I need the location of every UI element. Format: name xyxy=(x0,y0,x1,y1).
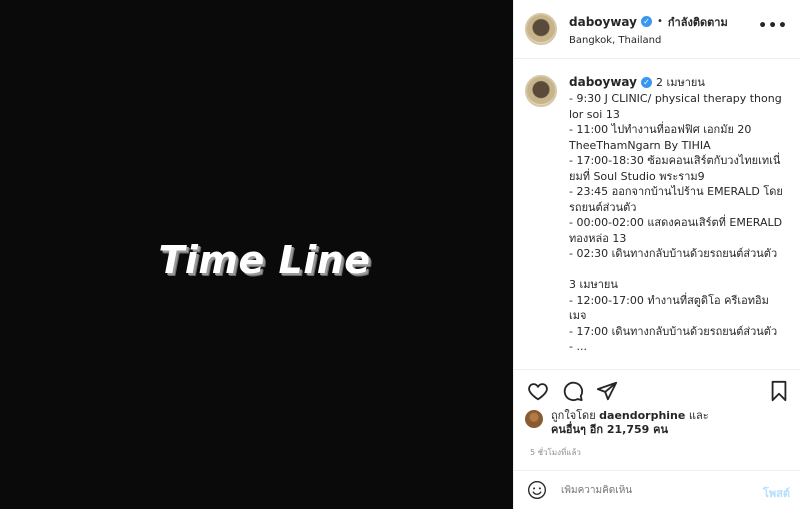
liker-avatar[interactable] xyxy=(525,410,543,428)
caption-line: - 17:00 เดินทางกลับบ้านด้วยรถยนต์ส่วนตัว xyxy=(569,324,778,338)
liker-username[interactable]: daendorphine xyxy=(599,409,685,422)
caption-date: 2 เมษายน xyxy=(655,76,705,89)
likes-section: ถูกใจโดย daendorphine และ คนอื่นๆ อีก 21… xyxy=(525,409,709,437)
header-username[interactable]: daboyway xyxy=(569,15,637,29)
caption-avatar[interactable] xyxy=(525,75,557,107)
comment-bar: โพสต์ xyxy=(514,470,800,509)
share-icon[interactable] xyxy=(596,380,618,402)
caption-username[interactable]: daboyway xyxy=(569,75,637,89)
likes-conjunction: และ xyxy=(688,409,709,422)
comment-icon[interactable] xyxy=(562,380,584,402)
avatar[interactable] xyxy=(525,13,557,45)
separator-dot: • xyxy=(656,16,663,27)
location-link[interactable]: Bangkok, Thailand xyxy=(569,35,728,46)
action-bar xyxy=(514,369,800,414)
smiley-icon[interactable] xyxy=(527,480,547,500)
media-title-text: Time Line xyxy=(158,237,371,282)
caption-line: - ... xyxy=(569,340,587,353)
caption-line: - 12:00-17:00 ทำงานที่สตูดิโอ ครีเอทอิมเ… xyxy=(569,293,769,323)
post-side-panel: daboyway ✓ • กำลังติดตาม Bangkok, Thaila… xyxy=(513,0,800,509)
caption-text: - 9:30 J CLINIC/ physical therapy thong … xyxy=(569,91,784,355)
heart-icon[interactable] xyxy=(527,380,549,402)
bookmark-icon[interactable] xyxy=(768,380,790,402)
more-options-icon[interactable]: ••• xyxy=(758,18,788,34)
post-header: daboyway ✓ • กำลังติดตาม Bangkok, Thaila… xyxy=(514,0,800,59)
following-button[interactable]: กำลังติดตาม xyxy=(668,13,728,31)
post-timestamp[interactable]: 5 ชั่วโมงที่แล้ว xyxy=(530,446,581,459)
caption-line: - 17:00-18:30 ซ้อมคอนเสิร์ตกับวงไทยเทเนี… xyxy=(569,154,781,183)
likes-count-link[interactable]: คนอื่นๆ อีก 21,759 คน xyxy=(551,423,668,436)
likes-prefix: ถูกใจโดย xyxy=(551,409,596,422)
caption-line: 3 เมษายน xyxy=(569,278,618,291)
verified-badge-icon: ✓ xyxy=(640,76,652,88)
post-media[interactable]: Time Line xyxy=(0,0,513,509)
comment-input[interactable] xyxy=(561,484,731,496)
caption-line: - 23:45 ออกจากบ้านไปร้าน EMERALD โดยรถยน… xyxy=(569,185,783,214)
verified-badge-icon: ✓ xyxy=(640,16,652,27)
caption-line xyxy=(569,262,784,278)
caption-line: - 9:30 J CLINIC/ physical therapy thong … xyxy=(569,92,786,121)
caption-line: - 00:00-02:00 แสดงคอนเสิร์ตที่ EMERALD ท… xyxy=(569,216,786,245)
post-comment-button[interactable]: โพสต์ xyxy=(763,484,790,502)
caption-scroll-area[interactable]: daboyway ✓ 2 เมษายน - 9:30 J CLINIC/ phy… xyxy=(514,59,800,369)
caption-line: - 02:30 เดินทางกลับบ้านด้วยรถยนต์ส่วนตัว xyxy=(569,247,778,260)
caption-line: - 11:00 ไปทำงานที่ออฟฟิศ เอกมัย 20 TheeT… xyxy=(569,123,755,152)
instagram-post: Time Line daboyway ✓ • กำลังติดตาม Bangk… xyxy=(0,0,800,509)
